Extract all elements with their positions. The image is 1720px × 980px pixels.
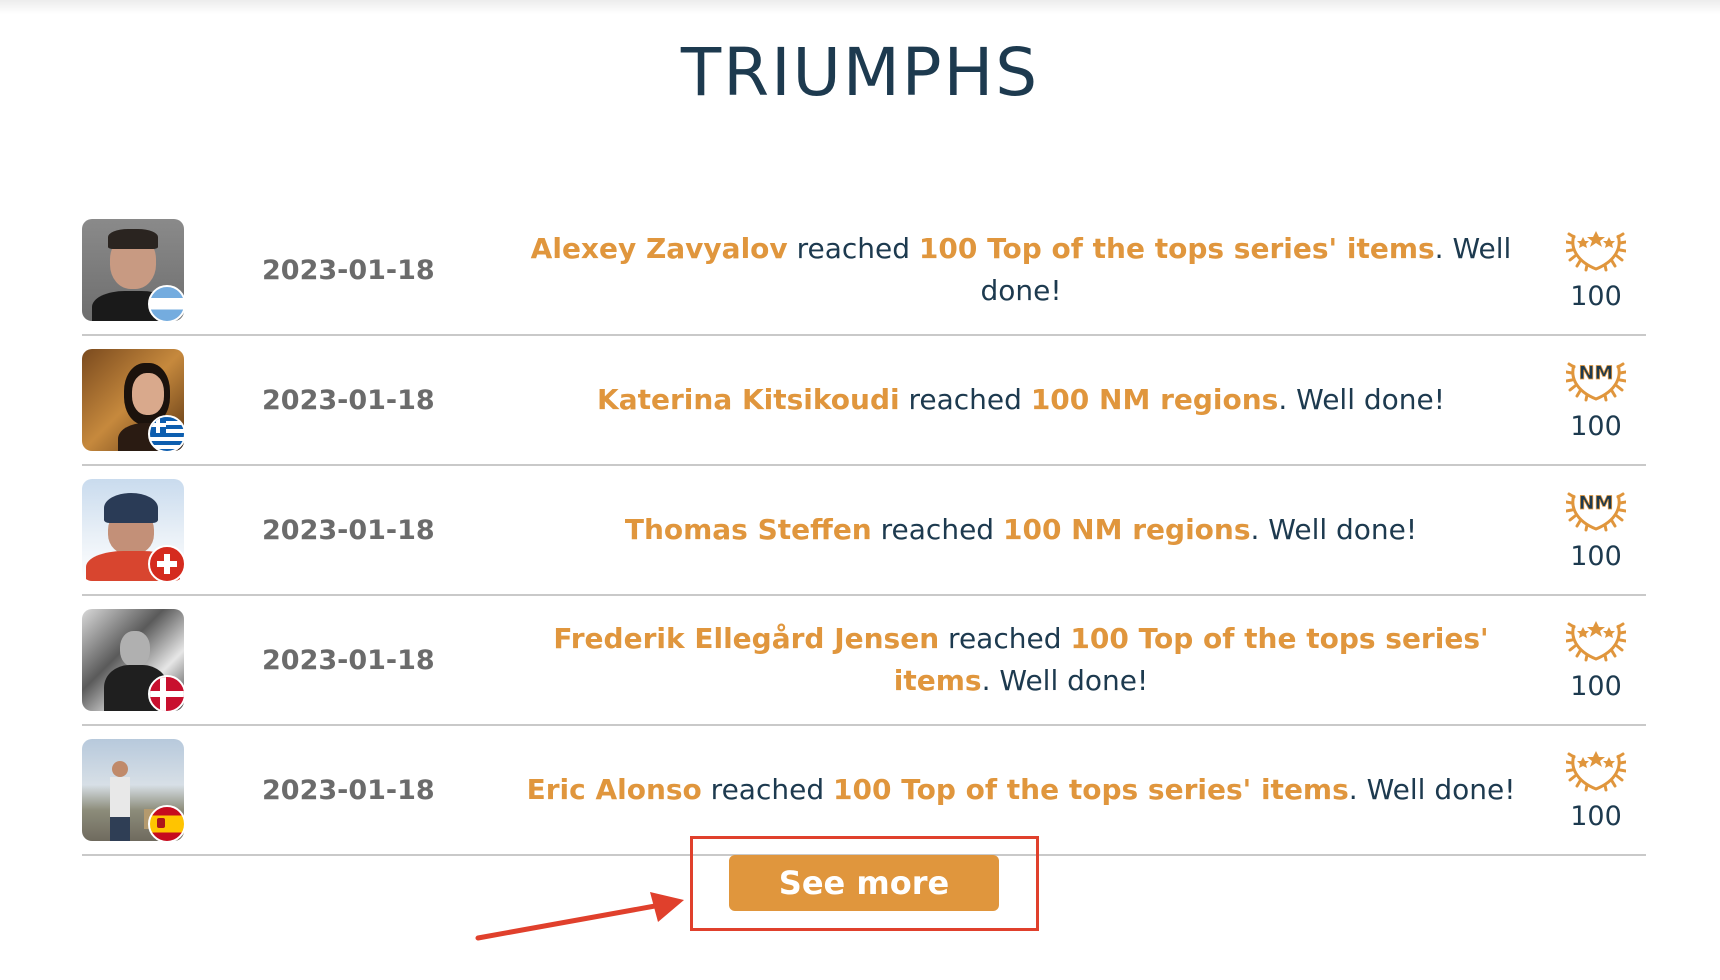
- achievement-badge: NM 100: [1546, 353, 1646, 442]
- achievement-link[interactable]: 100 Top of the tops series' items: [833, 773, 1349, 806]
- user-name-link[interactable]: Frederik Ellegård Jensen: [553, 622, 939, 655]
- user-avatar[interactable]: [82, 479, 186, 583]
- triumph-row: 2023-01-18 Thomas Steffen reached 100 NM…: [82, 466, 1646, 596]
- triumph-row: 2023-01-18 Katerina Kitsikoudi reached 1…: [82, 336, 1646, 466]
- laurel-nm-icon: NM: [1566, 491, 1626, 531]
- badge-count: 100: [1570, 280, 1622, 312]
- laurel-stars-icon: [1566, 230, 1626, 271]
- triumph-message: Frederik Ellegård Jensen reached 100 Top…: [553, 622, 1489, 697]
- top-shadow: [0, 0, 1720, 14]
- triumph-date: 2023-01-18: [262, 254, 435, 286]
- laurel-nm-icon: NM: [1566, 361, 1626, 401]
- user-avatar[interactable]: [82, 349, 186, 453]
- achievement-badge: 100: [1546, 223, 1646, 312]
- user-name-link[interactable]: Katerina Kitsikoudi: [597, 383, 900, 416]
- achievement-link[interactable]: 100 NM regions: [1031, 383, 1279, 416]
- page-title: TRIUMPHS: [680, 34, 1040, 111]
- user-name-link[interactable]: Thomas Steffen: [625, 513, 872, 546]
- see-more-button[interactable]: See more: [729, 855, 999, 911]
- svg-text:NM: NM: [1579, 362, 1614, 384]
- achievement-link[interactable]: 100 NM regions: [1003, 513, 1251, 546]
- user-avatar[interactable]: [82, 219, 186, 323]
- triumph-message: Eric Alonso reached 100 Top of the tops …: [526, 773, 1516, 806]
- laurel-stars-icon: [1566, 620, 1626, 661]
- svg-text:NM: NM: [1579, 492, 1614, 514]
- spain-flag-icon: [148, 805, 186, 843]
- achievement-badge: NM 100: [1546, 483, 1646, 572]
- triumph-date: 2023-01-18: [262, 514, 435, 546]
- triumph-row: 2023-01-18 Frederik Ellegård Jensen reac…: [82, 596, 1646, 726]
- triumph-list: 2023-01-18 Alexey Zavyalov reached 100 T…: [82, 206, 1646, 856]
- triumph-date: 2023-01-18: [262, 384, 435, 416]
- triumph-row: 2023-01-18 Alexey Zavyalov reached 100 T…: [82, 206, 1646, 336]
- laurel-stars-icon: [1566, 750, 1626, 791]
- triumph-message: Thomas Steffen reached 100 NM regions. W…: [624, 513, 1418, 546]
- badge-count: 100: [1570, 800, 1622, 832]
- badge-count: 100: [1570, 540, 1622, 572]
- user-avatar[interactable]: [82, 609, 186, 713]
- badge-count: 100: [1570, 670, 1622, 702]
- triumph-date: 2023-01-18: [262, 644, 435, 676]
- denmark-flag-icon: [148, 675, 186, 713]
- triumph-message: Katerina Kitsikoudi reached 100 NM regio…: [597, 383, 1445, 416]
- achievement-link[interactable]: 100 Top of the tops series' items: [919, 232, 1435, 265]
- annotation-arrow-icon: [475, 892, 684, 941]
- badge-count: 100: [1570, 410, 1622, 442]
- argentina-flag-icon: [148, 285, 186, 323]
- user-name-link[interactable]: Eric Alonso: [527, 773, 702, 806]
- greece-flag-icon: [148, 415, 186, 453]
- user-avatar[interactable]: [82, 739, 186, 843]
- achievement-badge: 100: [1546, 613, 1646, 702]
- user-name-link[interactable]: Alexey Zavyalov: [531, 232, 788, 265]
- switzerland-flag-icon: [148, 545, 186, 583]
- achievement-badge: 100: [1546, 743, 1646, 832]
- triumph-message: Alexey Zavyalov reached 100 Top of the t…: [530, 232, 1512, 307]
- triumph-date: 2023-01-18: [262, 774, 435, 806]
